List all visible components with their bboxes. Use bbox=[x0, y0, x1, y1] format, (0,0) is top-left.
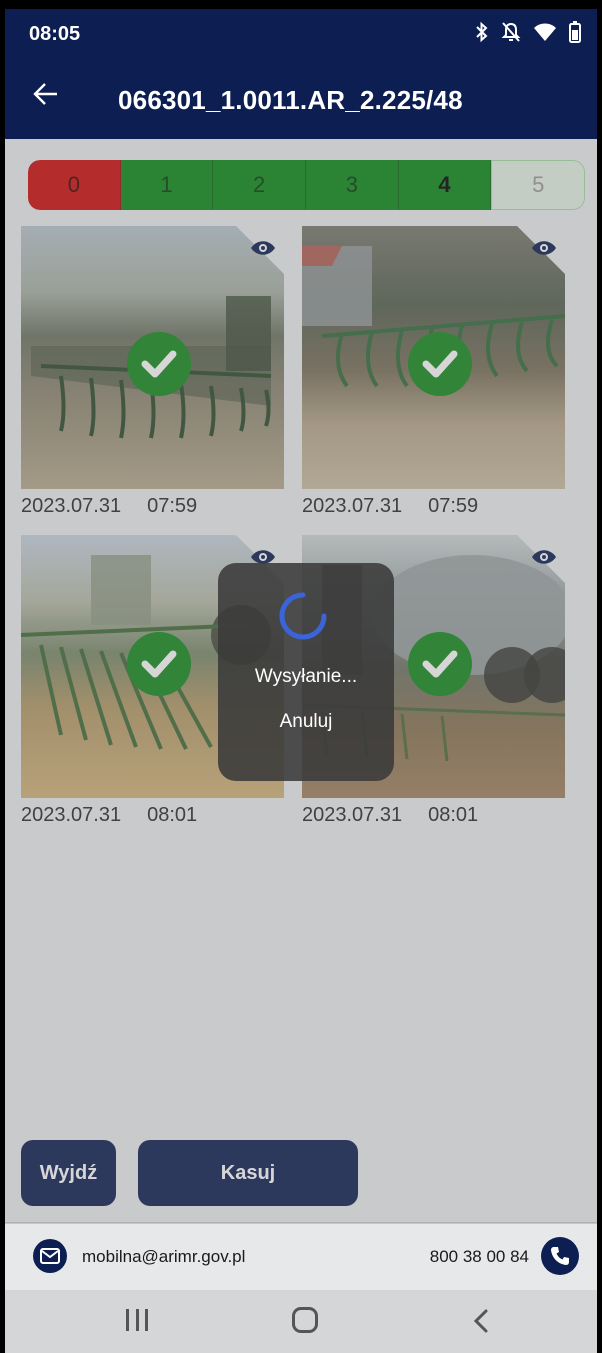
app-screen: 08:05 066301_1.0011.AR_2.225/48 0 1 2 3 bbox=[5, 9, 597, 1353]
page-title: 066301_1.0011.AR_2.225/48 bbox=[118, 85, 463, 115]
app-bar: 066301_1.0011.AR_2.225/48 bbox=[5, 59, 597, 139]
battery-icon bbox=[569, 21, 581, 48]
status-icons bbox=[475, 21, 581, 48]
contact-phone[interactable]: 800 38 00 84 bbox=[430, 1247, 529, 1267]
status-time: 08:05 bbox=[29, 23, 81, 45]
contact-footer: mobilna@arimr.gov.pl 800 38 00 84 bbox=[5, 1222, 597, 1290]
notifications-off-icon bbox=[501, 21, 521, 48]
loading-message: Wysyłanie... bbox=[254, 666, 358, 687]
loading-dialog: Wysyłanie... Anuluj bbox=[218, 563, 394, 781]
home-icon[interactable] bbox=[292, 1307, 318, 1333]
cancel-button[interactable]: Anuluj bbox=[218, 711, 394, 733]
back-arrow-icon[interactable] bbox=[33, 81, 59, 113]
recent-apps-icon[interactable] bbox=[126, 1309, 148, 1331]
contact-email[interactable]: mobilna@arimr.gov.pl bbox=[82, 1247, 245, 1267]
bluetooth-icon bbox=[475, 21, 489, 48]
loading-spinner-icon bbox=[278, 591, 328, 641]
status-bar: 08:05 bbox=[5, 9, 597, 59]
system-nav-bar bbox=[5, 1290, 597, 1353]
phone-icon[interactable] bbox=[541, 1237, 579, 1275]
wifi-icon bbox=[533, 22, 557, 47]
mail-icon[interactable] bbox=[33, 1239, 67, 1273]
nav-back-icon[interactable] bbox=[467, 1306, 497, 1336]
